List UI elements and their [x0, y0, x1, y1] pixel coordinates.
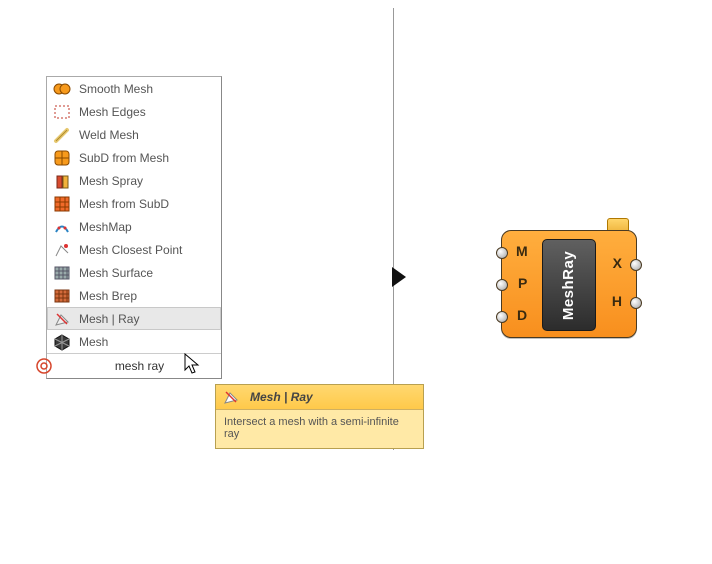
search-row [47, 353, 221, 378]
subd-from-mesh-icon [53, 149, 71, 167]
menu-item-smooth-mesh[interactable]: Smooth Mesh [47, 77, 221, 100]
menu-item-label: Mesh Edges [79, 105, 146, 119]
mesh-brep-icon [53, 287, 71, 305]
menu-item-label: SubD from Mesh [79, 151, 169, 165]
grip-out-h[interactable] [630, 297, 642, 309]
grip-in-m[interactable] [496, 247, 508, 259]
menu-item-label: Mesh from SubD [79, 197, 169, 211]
menu-item-mesh-spray[interactable]: Mesh Spray [47, 169, 221, 192]
menu-item-mesh-brep[interactable]: Mesh Brep [47, 284, 221, 307]
port-in-p: P [518, 275, 527, 291]
component-search-menu: Smooth Mesh Mesh Edges Weld Mesh SubD fr… [46, 76, 222, 379]
mesh-icon [53, 333, 71, 351]
target-icon [33, 355, 54, 377]
node-title: MeshRay [542, 239, 596, 331]
mesh-closest-point-icon [53, 241, 71, 259]
mesh-surface-icon [53, 264, 71, 282]
menu-item-mesh-from-subd[interactable]: Mesh from SubD [47, 192, 221, 215]
menu-item-mesh-closest-point[interactable]: Mesh Closest Point [47, 238, 221, 261]
port-out-h: H [612, 293, 622, 309]
port-in-m: M [516, 243, 528, 259]
tooltip-body: Intersect a mesh with a semi-infinite ra… [216, 410, 423, 448]
tooltip: Mesh | Ray Intersect a mesh with a semi-… [215, 384, 424, 449]
menu-item-mesh-ray[interactable]: Mesh | Ray [47, 307, 221, 330]
menu-item-mesh[interactable]: Mesh [47, 330, 221, 353]
menu-item-label: Weld Mesh [79, 128, 139, 142]
play-arrow-icon [390, 265, 408, 289]
node-body[interactable]: M P D X H MeshRay [501, 230, 637, 338]
tooltip-title: Mesh | Ray [250, 390, 313, 404]
menu-item-label: Mesh | Ray [79, 312, 139, 326]
smooth-mesh-icon [53, 80, 71, 98]
menu-item-label: Mesh [79, 335, 108, 349]
port-out-x: X [613, 255, 622, 271]
meshray-node[interactable]: M P D X H MeshRay [501, 230, 637, 338]
menu-item-label: Smooth Mesh [79, 82, 153, 96]
grip-in-d[interactable] [496, 311, 508, 323]
menu-item-label: Mesh Brep [79, 289, 137, 303]
menu-item-label: MeshMap [79, 220, 132, 234]
tooltip-header: Mesh | Ray [216, 385, 423, 410]
menu-item-meshmap[interactable]: MeshMap [47, 215, 221, 238]
menu-item-label: Mesh Spray [79, 174, 143, 188]
menu-item-label: Mesh Surface [79, 266, 153, 280]
menu-item-weld-mesh[interactable]: Weld Mesh [47, 123, 221, 146]
mesh-ray-icon [222, 388, 240, 406]
menu-item-mesh-edges[interactable]: Mesh Edges [47, 100, 221, 123]
meshmap-icon [53, 218, 71, 236]
node-title-text: MeshRay [561, 250, 578, 319]
grip-out-x[interactable] [630, 259, 642, 271]
search-input[interactable] [58, 356, 221, 376]
mesh-ray-icon [53, 310, 71, 328]
mesh-edges-icon [53, 103, 71, 121]
weld-mesh-icon [53, 126, 71, 144]
grip-in-p[interactable] [496, 279, 508, 291]
menu-item-label: Mesh Closest Point [79, 243, 182, 257]
port-in-d: D [517, 307, 527, 323]
menu-item-subd-from-mesh[interactable]: SubD from Mesh [47, 146, 221, 169]
menu-item-mesh-surface[interactable]: Mesh Surface [47, 261, 221, 284]
mesh-from-subd-icon [53, 195, 71, 213]
mesh-spray-icon [53, 172, 71, 190]
